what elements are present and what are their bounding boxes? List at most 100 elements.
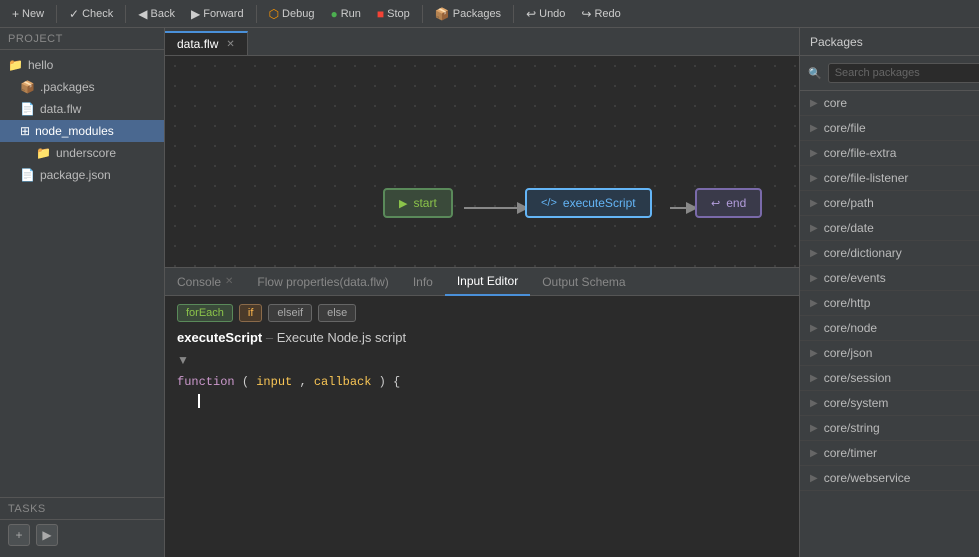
package-item-core-node[interactable]: ▶core/node [800,316,979,341]
file-tabs: data.flw ✕ [165,28,799,56]
sidebar-item-underscore[interactable]: 📁underscore [0,142,164,164]
pkg-name: core/session [824,371,969,385]
tag-if[interactable]: if [239,304,263,322]
sidebar-item-data-flw[interactable]: 📄data.flw [0,98,164,120]
bottom-tab-flow-properties-data-flw-[interactable]: Flow properties(data.flw) [245,268,400,296]
pkg-name: core/path [824,196,969,210]
packages-button[interactable]: 📦 Packages [429,4,507,24]
back-button[interactable]: ◀ Back [132,4,181,24]
package-item-core-file-extra[interactable]: ▶core/file-extra [800,141,979,166]
flow-connections [165,56,799,267]
end-return-icon: ↩ [711,197,720,210]
end-label: end [726,196,746,210]
bottom-tab-info[interactable]: Info [401,268,445,296]
tag-else[interactable]: else [318,304,356,322]
flow-node-execute-script[interactable]: </> executeScript [525,188,652,218]
pkg-expand-icon: ▶ [810,448,818,459]
tasks-run-button[interactable]: ▶ [36,524,58,546]
forward-button[interactable]: ▶ Forward [185,4,250,24]
text-cursor [198,394,200,408]
node-desc: Execute Node.js script [277,330,406,345]
bottom-panel: Console ✕Flow properties(data.flw)InfoIn… [165,267,799,557]
run-button[interactable]: ● Run [324,4,366,24]
pkg-name: core/dictionary [824,246,969,260]
new-icon: + [12,7,19,21]
flow-node-start[interactable]: ▶ start [383,188,453,218]
toolbar-separator-3 [256,5,257,23]
pkg-expand-icon: ▶ [810,248,818,259]
pkg-expand-icon: ▶ [810,173,818,184]
redo-button[interactable]: ↪ Redo [575,4,626,24]
package-item-core-dictionary[interactable]: ▶ core/dictionary [800,241,979,266]
toolbar-separator-4 [422,5,423,23]
packages-panel: Packages 🔍 ⬇ ▶core▶core/file▶core/file-e… [799,28,979,557]
package-item-core-string[interactable]: ▶core/string [800,416,979,441]
search-icon: 🔍 [808,67,822,80]
sidebar: Project 📁hello📦.packages📄data.flw⊞node_m… [0,28,165,557]
tasks-add-button[interactable]: + [8,524,30,546]
pkg-name: core/json [824,346,969,360]
check-icon: ✓ [69,7,79,21]
pkg-name: core/http [824,296,969,310]
package-item-core-file-listener[interactable]: ▶ core/file-listener [800,166,979,191]
tag-for-each[interactable]: forEach [177,304,233,322]
search-input[interactable] [828,63,979,83]
package-item-core-timer[interactable]: ▶ core/timer [800,441,979,466]
start-label: start [413,196,436,210]
bottom-tab-input-editor[interactable]: Input Editor [445,268,530,296]
start-play-icon: ▶ [399,197,407,210]
sidebar-item-hello[interactable]: 📁hello [0,54,164,76]
file-tab-data-flw[interactable]: data.flw ✕ [165,31,248,55]
code-param-callback: callback [314,375,372,389]
pkg-expand-icon: ▶ [810,148,818,159]
undo-icon: ↩ [526,7,536,21]
stop-button[interactable]: ■ Stop [371,4,416,24]
pkg-name: core/date [824,221,969,235]
package-item-core-http[interactable]: ▶core/http [800,291,979,316]
debug-button[interactable]: ⬡ Debug [263,4,321,24]
package-item-core[interactable]: ▶core [800,91,979,116]
pkg-expand-icon: ▶ [810,223,818,234]
package-item-core-session[interactable]: ▶core/session [800,366,979,391]
collapse-button[interactable]: ▼ [177,353,787,367]
pkg-name: core/node [824,321,969,335]
node-info: executeScript – Execute Node.js script [177,330,787,345]
package-item-core-path[interactable]: ▶ core/path [800,191,979,216]
execute-code-icon: </> [541,197,557,209]
tab-close-icon[interactable]: ✕ [225,276,233,287]
check-button[interactable]: ✓ Check [63,4,119,24]
bottom-tab-console[interactable]: Console ✕ [165,268,245,296]
pkg-expand-icon: ▶ [810,423,818,434]
pkg-name: core/file-listener [824,171,969,185]
pkg-expand-icon: ▶ [810,198,818,209]
package-item-core-system[interactable]: ▶ core/system [800,391,979,416]
sidebar-item-package-json[interactable]: 📄package.json [0,164,164,186]
file-tab-close-icon[interactable]: ✕ [226,39,234,50]
toolbar-separator-1 [56,5,57,23]
package-item-core-events[interactable]: ▶core/events [800,266,979,291]
packages-panel-header: Packages [800,28,979,56]
debug-icon: ⬡ [269,7,279,21]
pkg-name: core/file [824,121,969,135]
packages-search-area: 🔍 ⬇ [800,56,979,91]
flow-canvas[interactable]: ▶ start </> executeScript ↩ end [165,56,799,267]
sidebar-item-node-modules[interactable]: ⊞node_modules [0,120,164,142]
new-button[interactable]: + New [6,4,50,24]
pkg-name: core/timer [824,446,969,460]
toolbar-separator-2 [125,5,126,23]
tag-else-if[interactable]: elseif [268,304,312,322]
pkg-expand-icon: ▶ [810,398,818,409]
sidebar-item--packages[interactable]: 📦.packages [0,76,164,98]
package-item-core-file[interactable]: ▶core/file [800,116,979,141]
pkg-name: core/system [824,396,969,410]
flow-node-end[interactable]: ↩ end [695,188,762,218]
stop-icon: ■ [377,7,384,21]
package-item-core-json[interactable]: ▶core/json [800,341,979,366]
package-item-core-webservice[interactable]: ▶core/webservice [800,466,979,491]
bottom-tab-output-schema[interactable]: Output Schema [530,268,637,296]
code-param-input: input [256,375,292,389]
pkg-name: core [824,96,969,110]
undo-button[interactable]: ↩ Undo [520,4,571,24]
code-block: function ( input , callback ) { [177,373,787,411]
package-item-core-date[interactable]: ▶ core/date [800,216,979,241]
